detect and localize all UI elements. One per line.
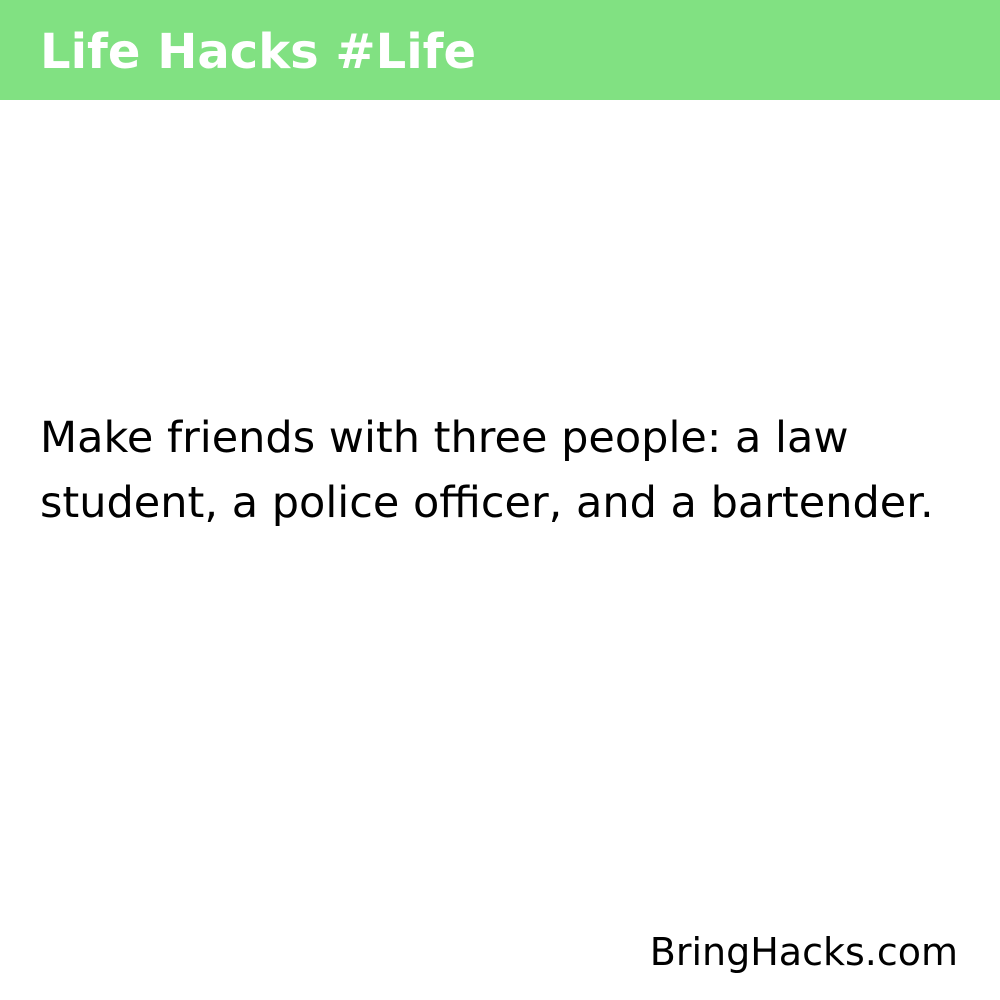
header-bar: Life Hacks #Life — [0, 0, 1000, 100]
hack-text: Make friends with three people: a law st… — [40, 413, 934, 528]
life-hack-card: Life Hacks #Life Make friends with three… — [0, 0, 1000, 1000]
site-watermark: BringHacks.com — [649, 930, 958, 974]
page-title: Life Hacks #Life — [40, 24, 477, 80]
